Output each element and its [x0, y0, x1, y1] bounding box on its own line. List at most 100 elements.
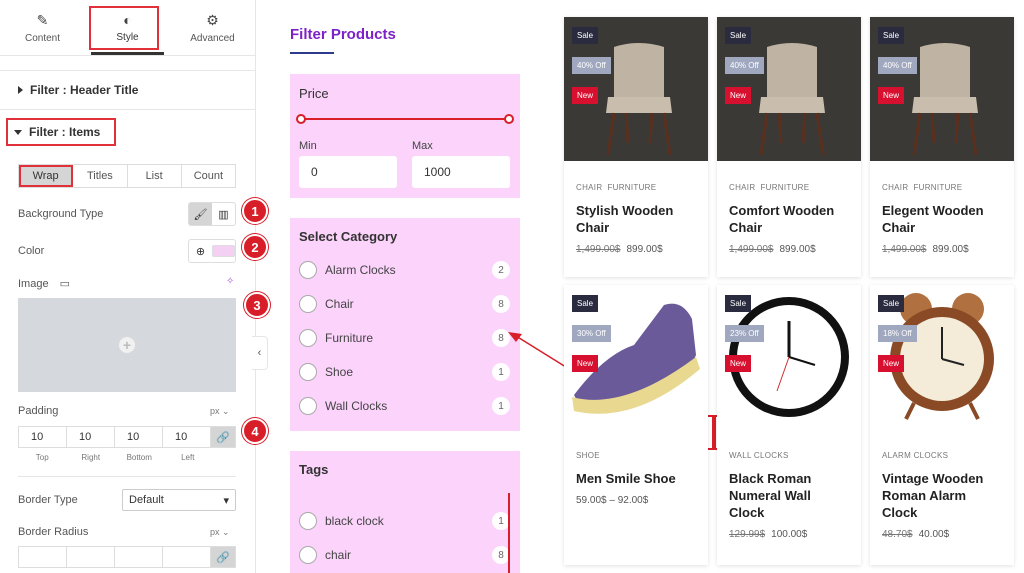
new-badge: New [572, 355, 599, 372]
current-price: 899.00$ [779, 244, 816, 255]
product-name[interactable]: Elegent Wooden Chair [870, 192, 1014, 236]
color-swatch-wrap[interactable] [212, 240, 235, 262]
count-badge: 2 [492, 261, 510, 279]
product-name[interactable]: Stylish Wooden Chair [564, 192, 708, 236]
tag-item[interactable]: black clock 1 [299, 511, 510, 531]
price-slider[interactable] [296, 114, 514, 124]
border-type-select[interactable]: Default ▾ [122, 489, 236, 511]
ai-sparkle-icon[interactable]: ✧ [226, 276, 234, 287]
product-price: 129.99$ 100.00$ [717, 521, 861, 540]
radio-button[interactable] [299, 363, 317, 381]
padding-bottom-input[interactable]: 10 [115, 427, 163, 447]
product-name[interactable]: Black Roman Numeral Wall Clock [717, 460, 861, 521]
tag-item[interactable]: chair 8 [299, 545, 510, 565]
radius-link-icon[interactable]: 🔗 [211, 547, 235, 567]
product-card[interactable]: Sale 30% Off New SHOE Men Smile Shoe 59.… [564, 285, 708, 565]
new-badge: New [725, 355, 752, 372]
product-category[interactable]: FURNITURE [760, 183, 809, 192]
padding-right-input[interactable]: 10 [67, 427, 115, 447]
tab-advanced[interactable]: ⚙ Advanced [170, 0, 255, 55]
product-category[interactable]: SHOE [576, 451, 600, 460]
section-items-label: Filter : Items [29, 125, 101, 139]
price-max-handle[interactable] [504, 114, 514, 124]
category-item[interactable]: Chair 8 [299, 294, 510, 314]
divider [18, 476, 236, 477]
product-category[interactable]: CHAIR [576, 183, 602, 192]
discount-badge: 18% Off [878, 325, 917, 342]
radio-button[interactable] [299, 261, 317, 279]
padding-unit-select[interactable]: px ⌄ [210, 406, 230, 417]
step-badge-1: 1 [242, 198, 268, 224]
tab-style[interactable]: ◐ Style [85, 0, 170, 55]
product-price: 1,499.00$ 899.00$ [717, 236, 861, 255]
subtab-wrap[interactable]: Wrap [19, 165, 74, 187]
brush-icon[interactable]: 🖌 [189, 203, 212, 225]
tab-advanced-label: Advanced [190, 32, 235, 44]
border-radius-unit-select[interactable]: px ⌄ [210, 527, 230, 538]
panel-tabs: ✎ Content ◐ Style ⚙ Advanced [0, 0, 255, 56]
radio-button[interactable] [299, 295, 317, 313]
product-image[interactable]: Sale 40% Off New [870, 17, 1014, 161]
product-card[interactable]: Sale 40% Off New CHAIR FURNITURE Comfort… [717, 17, 861, 277]
max-price-input[interactable]: 1000 [412, 156, 510, 188]
radio-button[interactable] [299, 546, 317, 564]
subtab-list[interactable]: List [128, 165, 182, 187]
radius-top-input[interactable] [19, 547, 67, 567]
product-name[interactable]: Men Smile Shoe [564, 460, 708, 487]
product-categories: ALARM CLOCKS [870, 429, 1014, 460]
product-price: 59.00$ – 92.00$ [564, 487, 708, 506]
min-price-input[interactable]: 0 [299, 156, 397, 188]
subtab-titles[interactable]: Titles [73, 165, 128, 187]
color-swatch[interactable] [212, 245, 235, 257]
padding-left-input[interactable]: 10 [163, 427, 211, 447]
section-header-title[interactable]: Filter : Header Title [0, 70, 255, 110]
price-min-handle[interactable] [296, 114, 306, 124]
plus-icon[interactable]: + [119, 337, 135, 353]
old-price: 48.70$ [882, 529, 913, 540]
product-image[interactable]: Sale 18% Off New [870, 285, 1014, 429]
product-category[interactable]: CHAIR [882, 183, 908, 192]
count-badge: 8 [492, 295, 510, 313]
arrowhead-icon [508, 332, 522, 342]
subtab-count[interactable]: Count [182, 165, 235, 187]
radius-bottom-input[interactable] [115, 547, 163, 567]
globe-icon[interactable]: ⊕ [189, 240, 212, 262]
product-category[interactable]: ALARM CLOCKS [882, 451, 948, 460]
padding-label: Padding [18, 405, 59, 417]
radius-left-input[interactable] [163, 547, 211, 567]
product-image[interactable]: Sale 23% Off New [717, 285, 861, 429]
product-category[interactable]: FURNITURE [607, 183, 656, 192]
product-card[interactable]: Sale 40% Off New CHAIR FURNITURE Stylish… [564, 17, 708, 277]
product-name[interactable]: Comfort Wooden Chair [717, 192, 861, 236]
product-category[interactable]: FURNITURE [913, 183, 962, 192]
radio-button[interactable] [299, 512, 317, 530]
link-icon[interactable]: 🔗 [211, 427, 235, 447]
scrollbar-indicator[interactable] [508, 493, 510, 573]
discount-badge: 40% Off [878, 57, 917, 74]
category-item[interactable]: Alarm Clocks 2 [299, 260, 510, 280]
category-item[interactable]: Furniture 8 [299, 328, 510, 348]
category-item[interactable]: Shoe 1 [299, 362, 510, 382]
product-image[interactable]: Sale 40% Off New [717, 17, 861, 161]
section-items[interactable]: Filter : Items [6, 118, 116, 146]
desktop-icon[interactable]: ▭ [60, 278, 70, 290]
product-card[interactable]: Sale 23% Off New WALL CLOCKS Black Roman… [717, 285, 861, 565]
padding-top-input[interactable]: 10 [19, 427, 67, 447]
product-name[interactable]: Vintage Wooden Roman Alarm Clock [870, 460, 1014, 521]
product-card[interactable]: Sale 40% Off New CHAIR FURNITURE Elegent… [870, 17, 1014, 277]
radius-right-input[interactable] [67, 547, 115, 567]
product-card[interactable]: Sale 18% Off New ALARM CLOCKS Vintage Wo… [870, 285, 1014, 565]
product-category[interactable]: WALL CLOCKS [729, 451, 789, 460]
collapse-panel-button[interactable]: ‹ [252, 336, 268, 370]
product-image[interactable]: Sale 40% Off New [564, 17, 708, 161]
discount-badge: 40% Off [725, 57, 764, 74]
image-picker[interactable]: + [18, 298, 236, 392]
tab-content[interactable]: ✎ Content [0, 0, 85, 55]
radio-button[interactable] [299, 397, 317, 415]
radio-button[interactable] [299, 329, 317, 347]
gradient-icon[interactable]: ▥ [212, 203, 235, 225]
product-image[interactable]: Sale 30% Off New [564, 285, 708, 429]
category-item[interactable]: Wall Clocks 1 [299, 396, 510, 416]
old-price: 1,499.00$ [576, 244, 621, 255]
product-category[interactable]: CHAIR [729, 183, 755, 192]
